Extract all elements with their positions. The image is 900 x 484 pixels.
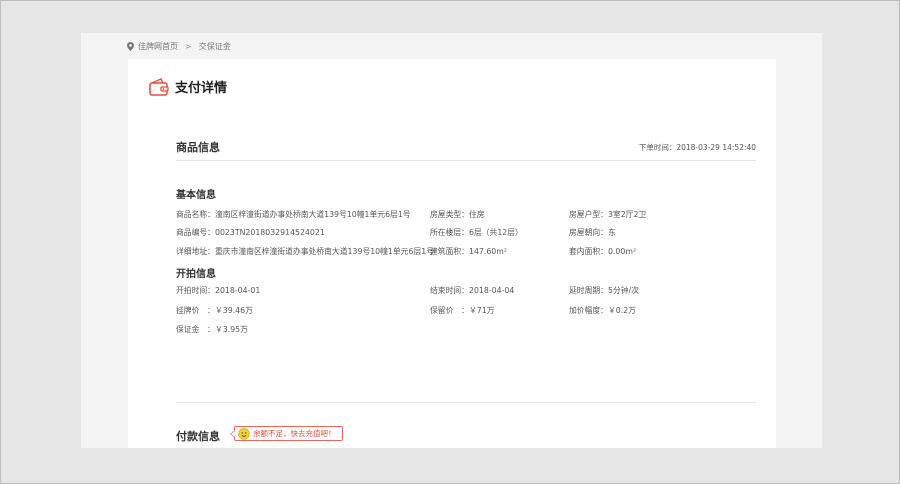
window-frame: 佳牌网首页 > 交保证金 支付详情 商品信息 下单时间：2018-03-29 1… bbox=[0, 0, 900, 484]
goods-number: 商品编号：0023TN2018032914524021 bbox=[176, 228, 325, 237]
smiley-icon bbox=[238, 428, 250, 440]
info-row: 详细地址：重庆市潼南区梓潼街道办事处桥南大道139号10幢1单元6层1号 建筑面… bbox=[176, 246, 756, 258]
page-header: 支付详情 bbox=[149, 77, 227, 96]
goods-section-title: 商品信息 bbox=[176, 141, 220, 154]
page-container: 佳牌网首页 > 交保证金 支付详情 商品信息 下单时间：2018-03-29 1… bbox=[81, 33, 822, 448]
payment-section-title: 付款信息 bbox=[176, 430, 220, 443]
info-row: 商品名称：潼南区梓潼街道办事处桥南大道139号10幢1单元6层1号 房屋类型：住… bbox=[176, 209, 756, 221]
delay-period: 延时周期：5分钟/次 bbox=[569, 286, 639, 295]
info-row: 保证金 ：￥3.95万 bbox=[176, 324, 756, 336]
bid-increment: 加价幅度：￥0.2万 bbox=[569, 306, 636, 315]
auction-info-title: 开拍信息 bbox=[176, 269, 216, 280]
orientation: 房屋朝向：东 bbox=[569, 228, 616, 237]
breadcrumb: 佳牌网首页 > 交保证金 bbox=[127, 41, 231, 52]
notice-arrow bbox=[230, 430, 235, 438]
deposit: 保证金 ：￥3.95万 bbox=[176, 325, 248, 334]
house-type: 房屋类型：住房 bbox=[430, 210, 485, 219]
reserve-price: 保留价 ：￥71万 bbox=[430, 306, 495, 315]
building-area: 建筑面积：147.60m² bbox=[430, 247, 507, 256]
start-time: 开拍时间：2018-04-01 bbox=[176, 286, 261, 295]
listing-price: 挂牌价 ：￥39.46万 bbox=[176, 306, 253, 315]
info-row: 商品编号：0023TN2018032914524021 所在楼层：6层（共12层… bbox=[176, 227, 756, 239]
info-row: 开拍时间：2018-04-01 结束时间：2018-04-04 延时周期：5分钟… bbox=[176, 285, 756, 297]
floor: 所在楼层：6层（共12层） bbox=[430, 228, 523, 237]
breadcrumb-home-link[interactable]: 佳牌网首页 bbox=[138, 41, 178, 52]
page-title: 支付详情 bbox=[175, 81, 228, 96]
order-time: 下单时间：2018-03-29 14:52:40 bbox=[638, 143, 756, 152]
goods-section-header: 商品信息 下单时间：2018-03-29 14:52:40 bbox=[176, 139, 756, 161]
inner-area: 套内面积：0.00m² bbox=[569, 247, 637, 256]
breadcrumb-current: 交保证金 bbox=[198, 42, 231, 51]
location-pin-icon bbox=[127, 42, 134, 51]
notice-text: 余额不足，快去充值吧！ bbox=[253, 429, 336, 438]
section-divider bbox=[176, 402, 756, 403]
info-row: 挂牌价 ：￥39.46万 保留价 ：￥71万 加价幅度：￥0.2万 bbox=[176, 305, 756, 317]
address: 详细地址：重庆市潼南区梓潼街道办事处桥南大道139号10幢1单元6层1号 bbox=[176, 247, 434, 256]
wallet-icon bbox=[149, 77, 169, 96]
insufficient-balance-notice[interactable]: 余额不足，快去充值吧！ bbox=[230, 426, 343, 441]
end-time: 结束时间：2018-04-04 bbox=[430, 286, 515, 295]
goods-name: 商品名称：潼南区梓潼街道办事处桥南大道139号10幢1单元6层1号 bbox=[176, 210, 411, 219]
basic-info-title: 基本信息 bbox=[176, 190, 216, 201]
breadcrumb-separator: > bbox=[185, 42, 192, 51]
payment-detail-card: 支付详情 商品信息 下单时间：2018-03-29 14:52:40 基本信息 … bbox=[128, 59, 776, 448]
house-layout: 房屋户型：3室2厅2卫 bbox=[569, 210, 647, 219]
